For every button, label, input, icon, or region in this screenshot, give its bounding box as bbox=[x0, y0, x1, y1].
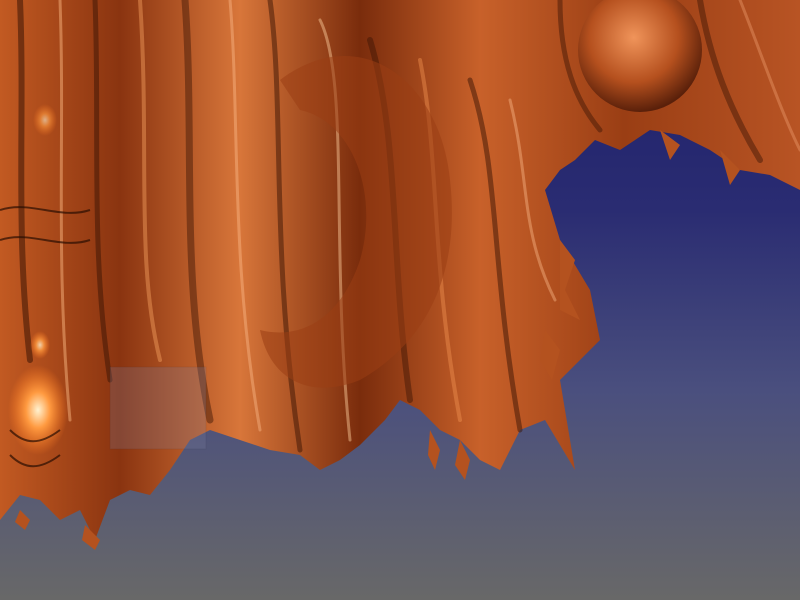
selection-overlay bbox=[109, 366, 207, 450]
render-viewport bbox=[0, 0, 800, 600]
glow-highlight-top bbox=[33, 104, 57, 136]
glow-highlight-small bbox=[30, 331, 50, 359]
fractal-render bbox=[0, 0, 800, 600]
